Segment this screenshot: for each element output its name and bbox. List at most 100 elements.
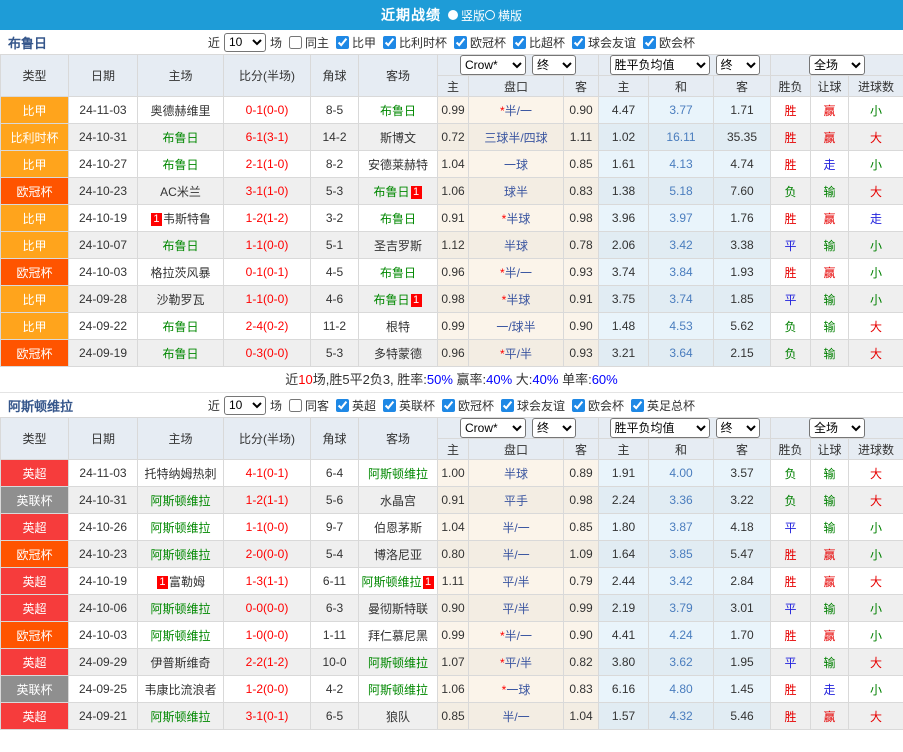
result-goals: 大 — [848, 648, 903, 676]
home-odds: 0.99 — [437, 621, 469, 649]
home-odds: 0.99 — [437, 312, 469, 340]
home-odds: 1.12 — [437, 231, 469, 259]
draw-avg-value: 5.18 — [669, 184, 693, 198]
avg-final-select[interactable]: 终 — [715, 418, 760, 438]
away-odds: 0.85 — [563, 150, 599, 178]
competition-checkbox-4[interactable] — [572, 35, 586, 49]
scope-select[interactable]: 全场 — [809, 55, 866, 75]
handicap-line: *一球 — [468, 675, 564, 703]
summary-part: 40% — [486, 372, 513, 387]
summary-part: 场,胜5平2负3, 胜率: — [312, 372, 427, 387]
competition-checkbox-3[interactable] — [501, 398, 515, 412]
away-odds: 0.91 — [563, 285, 599, 313]
competition-label: 英联杯 — [398, 398, 435, 413]
result-wdl: 负 — [770, 312, 812, 340]
away-odds: 1.11 — [563, 123, 599, 151]
handicap-text: 平/半 — [502, 574, 530, 589]
competition-checkbox-0[interactable] — [335, 398, 349, 412]
odds-final-select[interactable]: 终 — [532, 418, 576, 438]
result-goals: 小 — [848, 285, 903, 313]
home-avg: 3.80 — [598, 648, 649, 676]
handicap-text: 一/球半 — [496, 319, 536, 334]
match-row: 欧冠杯 24-09-19 布鲁日 0-3(0-0) 5-3 多特蒙德 0.96 *平/半 0.9… — [0, 339, 903, 367]
result-handicap: 输 — [810, 648, 850, 676]
handicap-text: 半球 — [506, 292, 531, 307]
competition-checkbox-2[interactable] — [454, 35, 467, 49]
result-handicap: 输 — [810, 513, 850, 541]
draw-avg-value: 3.42 — [669, 238, 693, 252]
home-team-name: 阿斯顿维拉 — [150, 628, 211, 643]
away-team-name: 阿斯顿维拉 — [367, 466, 428, 481]
competition-badge: 比甲 — [0, 231, 69, 259]
away-team: 安德莱赫特 — [358, 150, 438, 178]
draw-avg-value: 3.64 — [669, 346, 693, 360]
match-date: 24-09-19 — [68, 339, 138, 367]
home-team-name: 阿斯顿维拉 — [150, 520, 211, 535]
result-handicap: 输 — [810, 459, 850, 487]
away-odds: 1.09 — [563, 540, 599, 568]
col-corner-header: 角球 — [310, 54, 359, 97]
handicap-line: 平手 — [468, 486, 564, 514]
match-date: 24-09-21 — [68, 702, 138, 730]
competition-badge: 英超 — [0, 567, 69, 595]
avg-group-header: 胜平负均值终 — [597, 54, 772, 76]
avg-final-select[interactable]: 终 — [715, 55, 760, 75]
match-row: 英超 24-10-26 阿斯顿维拉 1-1(0-0) 9-7 伯恩茅斯 1.04 半/一 0.8… — [0, 513, 903, 541]
draw-avg: 3.74 — [648, 285, 714, 313]
layout-radio-horizontal[interactable]: 横版 — [485, 7, 522, 24]
handicap-text: 半/一 — [502, 709, 530, 724]
competition-checkbox-5[interactable] — [631, 398, 645, 412]
avg-type-select[interactable]: 胜平负均值 — [609, 418, 710, 438]
draw-avg: 3.84 — [648, 258, 714, 286]
odds-home-subheader: 主 — [437, 438, 469, 460]
competition-label: 英足总杯 — [647, 398, 696, 413]
handicap-text: 球半 — [503, 184, 528, 199]
bookmaker-select[interactable]: Crow* — [460, 55, 526, 75]
team-name: 布鲁日 — [8, 35, 48, 51]
away-odds: 0.90 — [563, 621, 599, 649]
same-venue-checkbox[interactable] — [288, 398, 302, 412]
odds-final-select[interactable]: 终 — [532, 55, 576, 75]
away-team-name: 拜仁慕尼黑 — [367, 628, 428, 643]
competition-checkbox-3[interactable] — [513, 35, 527, 49]
competition-checkbox-2[interactable] — [442, 398, 455, 412]
match-date: 24-10-23 — [68, 177, 138, 205]
match-score: 1-0(0-0) — [223, 621, 311, 649]
result-wdl-subheader: 胜负 — [770, 438, 812, 460]
draw-avg-value: 3.84 — [669, 265, 693, 279]
away-team: 狼队 — [358, 702, 438, 730]
bookmaker-select[interactable]: Crow* — [460, 418, 526, 438]
home-team: 阿斯顿维拉 — [137, 702, 224, 730]
same-venue-label: 同主 — [304, 35, 329, 50]
handicap-line: 一球 — [468, 150, 564, 178]
draw-avg: 3.42 — [648, 231, 714, 259]
away-team: 斯博文 — [358, 123, 438, 151]
competition-checkbox-0[interactable] — [335, 35, 349, 49]
home-team: 奥德赫维里 — [137, 96, 224, 124]
avg-type-select[interactable]: 胜平负均值 — [609, 55, 710, 75]
scope-select[interactable]: 全场 — [809, 418, 866, 438]
corner-score: 5-1 — [310, 231, 359, 259]
corner-score: 5-4 — [310, 540, 359, 568]
summary-part: 单率: — [558, 372, 592, 387]
same-venue-checkbox[interactable] — [288, 35, 302, 49]
result-handicap: 赢 — [810, 702, 850, 730]
competition-checkbox-5[interactable] — [643, 35, 657, 49]
red-card-badge: 1 — [410, 293, 422, 307]
filter-bar: 近 10 场 同客 英超 英联杯 欧冠杯 球会友谊 欧会杯 英足总杯 — [208, 395, 696, 415]
draw-avg-value: 4.00 — [669, 466, 693, 480]
match-date: 24-10-06 — [68, 594, 138, 622]
result-handicap: 赢 — [810, 567, 850, 595]
competition-checkbox-1[interactable] — [382, 35, 396, 49]
match-count-select[interactable]: 10 — [223, 395, 266, 415]
layout-radio-vertical[interactable]: 竖版 — [447, 7, 485, 24]
away-team-name: 狼队 — [385, 709, 410, 724]
match-count-select[interactable]: 10 — [223, 32, 266, 52]
competition-checkbox-4[interactable] — [572, 398, 586, 412]
handicap-line: 半球 — [468, 459, 564, 487]
away-odds: 0.90 — [563, 312, 599, 340]
competition-checkbox-1[interactable] — [382, 398, 396, 412]
corner-score: 8-5 — [310, 96, 359, 124]
result-goals: 大 — [848, 312, 903, 340]
away-team: 布鲁日 1 — [358, 285, 438, 313]
